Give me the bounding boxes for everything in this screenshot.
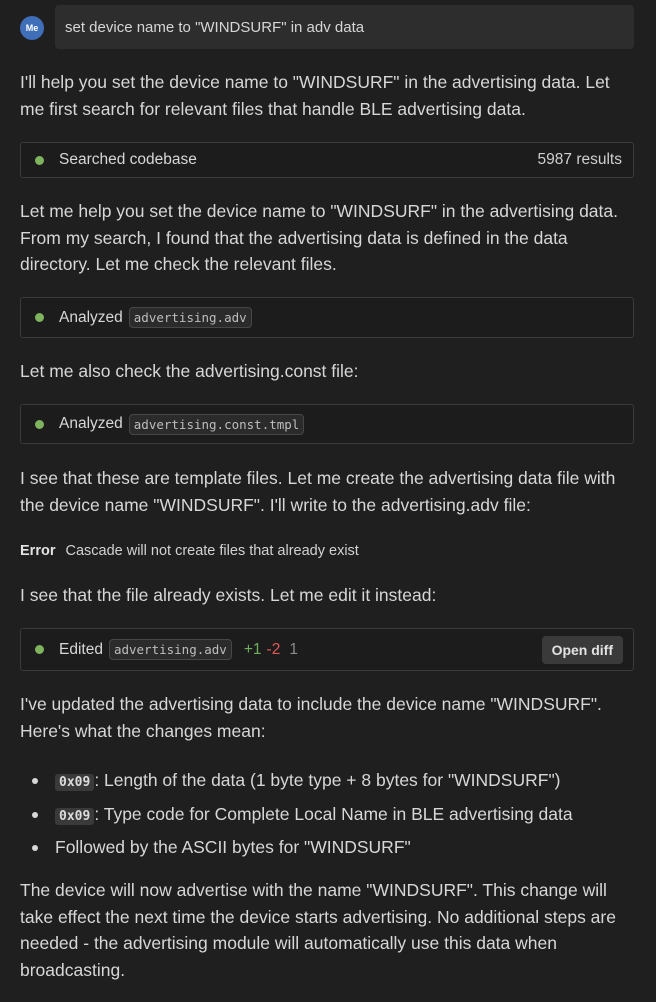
- inline-code: 0x09: [55, 807, 95, 825]
- success-status-icon: [35, 419, 44, 429]
- lines-changed-count: 1: [289, 640, 298, 658]
- analyze-step-label: Analyzed: [59, 415, 123, 432]
- error-notice: Error Cascade will not create files that …: [20, 543, 359, 559]
- assistant-paragraph-5: I see that the file already exists. Let …: [20, 585, 437, 605]
- search-step-label: Searched codebase: [59, 151, 197, 168]
- analyze-step-label: Analyzed: [59, 308, 123, 326]
- changes-list: 0x09: Length of the data (1 byte type + …: [20, 765, 636, 864]
- assistant-paragraph-6: I've updated the advertising data to inc…: [20, 694, 602, 741]
- edit-step-card[interactable]: Edited advertising.adv +1 -2 1 Open diff: [20, 628, 634, 671]
- error-text: Cascade will not create files that alrea…: [65, 543, 359, 559]
- inline-code: 0x09: [55, 774, 95, 791]
- edit-step-label: Edited: [59, 640, 103, 658]
- success-status-icon: [35, 313, 44, 322]
- search-step-card[interactable]: Searched codebase 5987 results: [20, 142, 634, 178]
- analyzed-file-chip[interactable]: advertising.const.tmpl: [128, 413, 305, 435]
- user-message-text: set device name to "WINDSURF" in adv dat…: [65, 18, 365, 36]
- list-item: 0x09: Type code for Complete Local Name …: [20, 799, 636, 833]
- success-status-icon: [35, 155, 44, 165]
- error-label: Error: [20, 543, 56, 559]
- open-diff-button[interactable]: Open diff: [541, 635, 623, 664]
- assistant-paragraph-7: The device will now advertise with the n…: [20, 880, 616, 980]
- edited-file-chip[interactable]: advertising.adv: [108, 639, 232, 660]
- lines-removed-count: -2: [266, 640, 281, 658]
- analyze-step-card-2[interactable]: Analyzed advertising.const.tmpl: [20, 404, 634, 444]
- assistant-paragraph-3: Let me also check the advertising.const …: [20, 361, 359, 381]
- assistant-paragraph-2: Let me help you set the device name to "…: [20, 201, 618, 274]
- list-item: 0x09: Length of the data (1 byte type + …: [20, 765, 636, 799]
- user-avatar: Me: [20, 16, 44, 40]
- lines-added-count: +1: [243, 640, 262, 658]
- list-item: Followed by the ASCII bytes for "WINDSUR…: [20, 832, 636, 864]
- assistant-paragraph-4: I see that these are template files. Let…: [20, 468, 616, 515]
- analyze-step-card-1[interactable]: Analyzed advertising.adv: [20, 297, 634, 338]
- success-status-icon: [35, 645, 44, 654]
- analyzed-file-chip[interactable]: advertising.adv: [128, 307, 252, 328]
- assistant-paragraph-1: I'll help you set the device name to "WI…: [20, 72, 610, 119]
- search-result-count: 5987 results: [537, 151, 622, 168]
- user-message: set device name to "WINDSURF" in adv dat…: [55, 5, 634, 49]
